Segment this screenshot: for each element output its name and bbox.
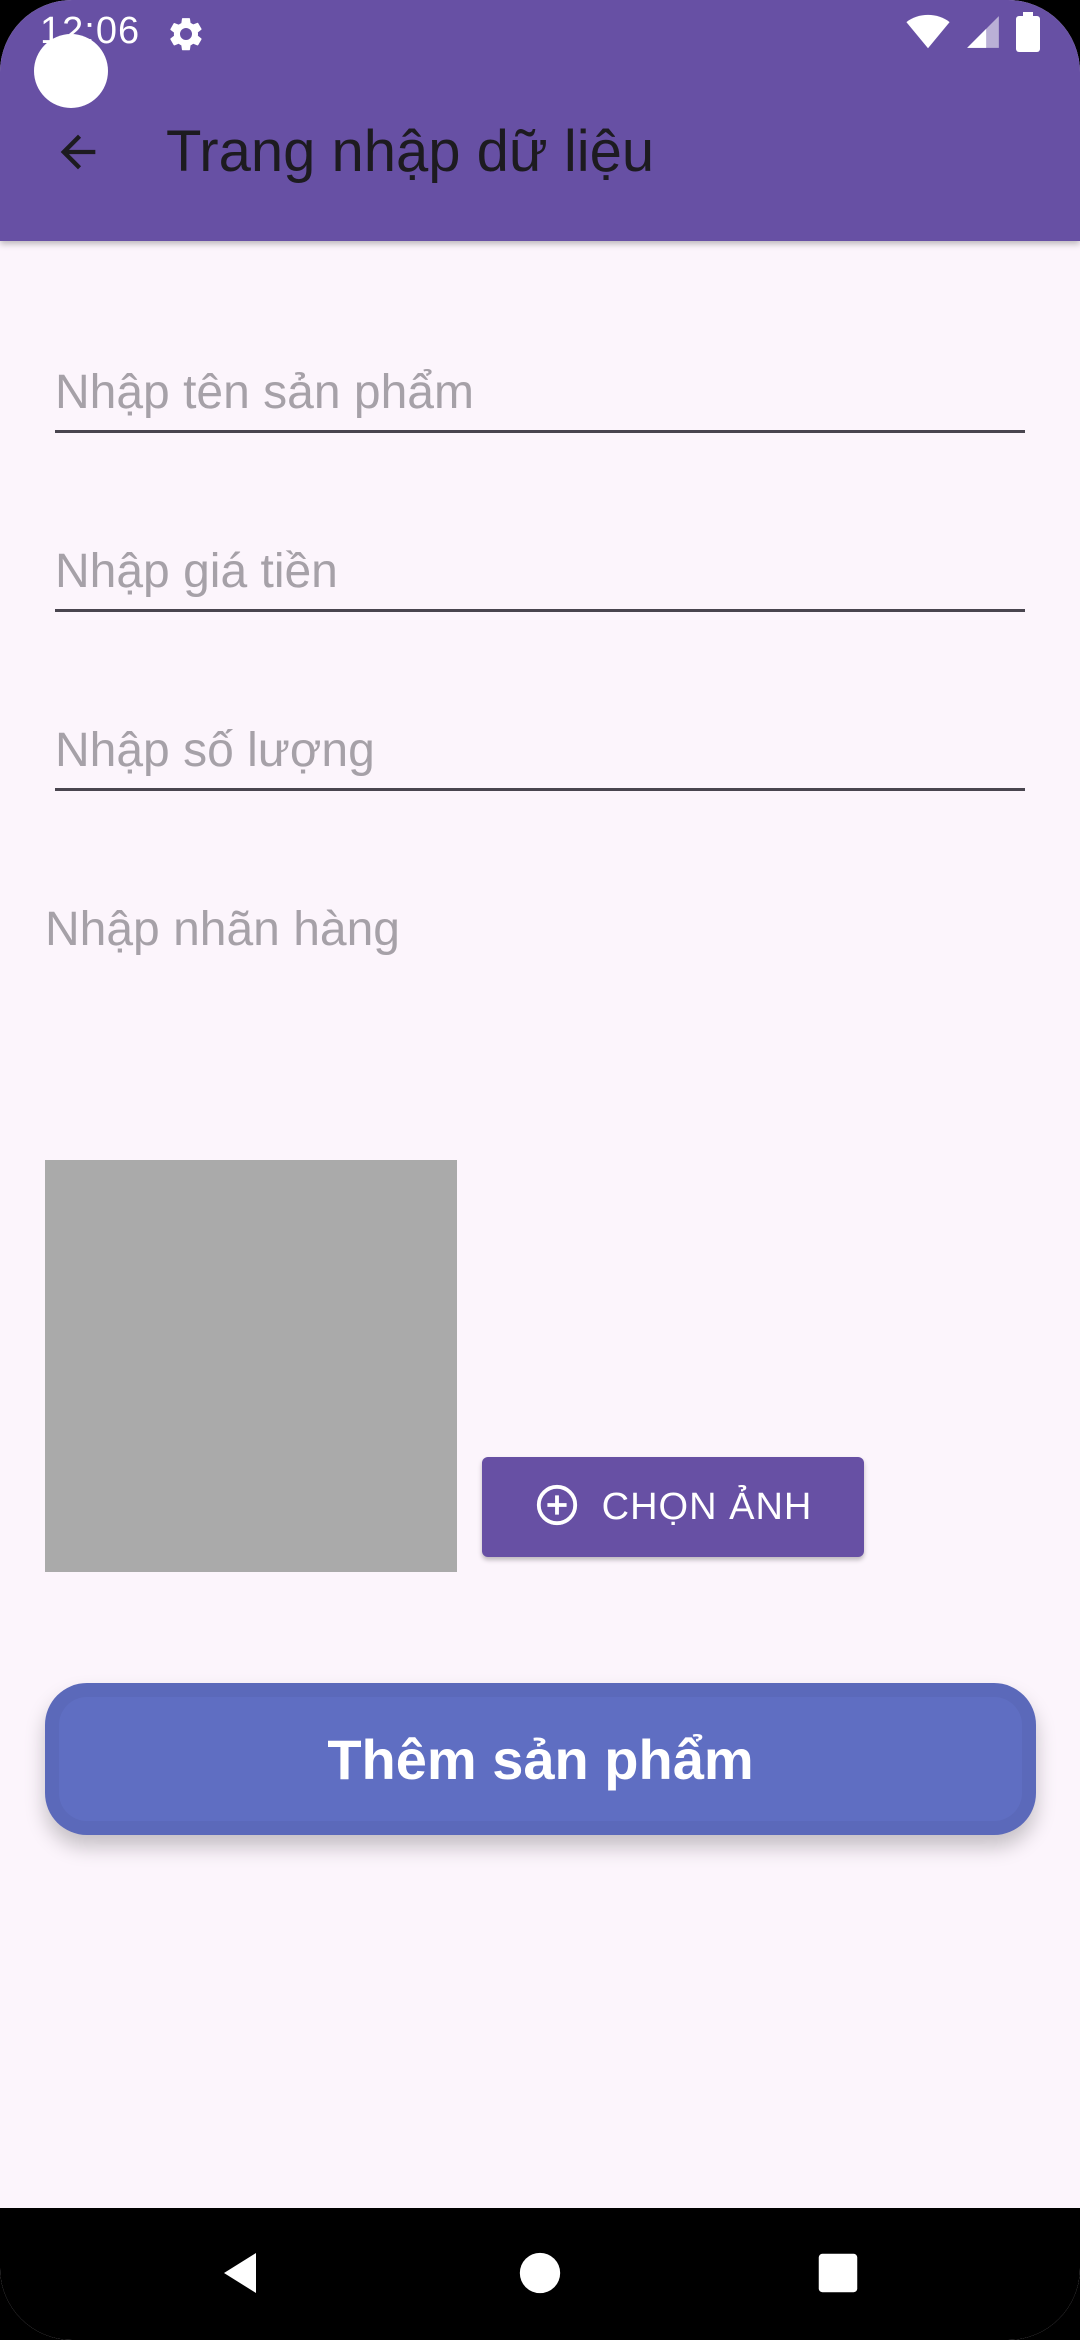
arrow-left-icon: [52, 126, 104, 183]
product-name-input[interactable]: [55, 365, 1025, 420]
product-image-preview: [45, 1160, 457, 1572]
battery-icon: [1016, 11, 1040, 57]
app-screen: 12:06 Trang nhập dữ liệu Nhập tên sản ph…: [0, 0, 1080, 2340]
product-name-field[interactable]: [55, 330, 1025, 433]
choose-image-label: CHỌN ẢNH: [601, 1485, 813, 1528]
navigation-bar: [0, 2208, 1080, 2340]
brand-dropdown-label: Nhập nhãn hàng: [45, 903, 400, 956]
gear-icon: [166, 14, 206, 54]
status-icons: [906, 11, 1040, 57]
cell-signal-icon: [964, 13, 1002, 56]
nav-back-button[interactable]: [195, 2230, 285, 2320]
page-title: Trang nhập dữ liệu: [166, 119, 655, 184]
quantity-field[interactable]: [55, 688, 1025, 791]
nav-recents-button[interactable]: [793, 2230, 883, 2320]
toolbar: Trang nhập dữ liệu: [0, 100, 1080, 220]
choose-image-button[interactable]: CHỌN ẢNH: [482, 1457, 864, 1557]
add-product-button[interactable]: Thêm sản phẩm: [45, 1683, 1036, 1835]
wifi-icon: [906, 14, 950, 55]
nav-home-button[interactable]: [495, 2230, 585, 2320]
price-field[interactable]: [55, 509, 1025, 612]
home-circle-icon: [518, 2251, 562, 2300]
plus-circle-icon: [534, 1482, 580, 1533]
brand-dropdown[interactable]: Nhập nhãn hàng: [45, 890, 1035, 970]
price-input[interactable]: [55, 544, 1025, 599]
app-bar: 12:06 Trang nhập dữ liệu: [0, 0, 1080, 241]
back-triangle-icon: [216, 2248, 264, 2303]
recents-square-icon: [816, 2251, 860, 2300]
status-bar: 12:06: [0, 0, 1080, 66]
quantity-input[interactable]: [55, 723, 1025, 778]
add-product-label: Thêm sản phẩm: [327, 1727, 754, 1791]
camera-cutout: [34, 34, 108, 108]
back-button[interactable]: [30, 122, 126, 186]
